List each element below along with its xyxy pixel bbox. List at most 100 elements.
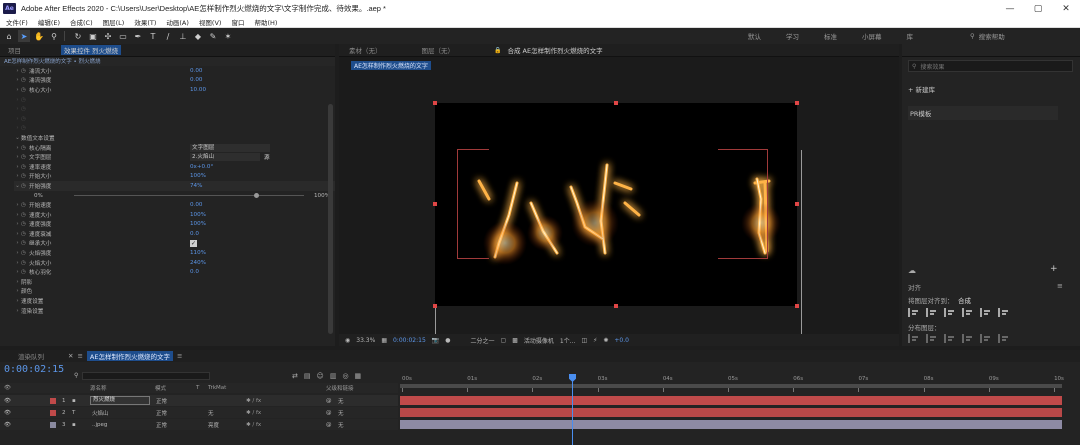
inherit-size-checkbox[interactable]: ✓ xyxy=(190,239,197,247)
current-time[interactable]: 0:00:02:15 xyxy=(393,337,426,344)
camera-dropdown[interactable]: 活动摄像机 xyxy=(524,336,554,345)
layer-trkmat-dropdown[interactable]: 无 xyxy=(208,409,214,417)
layer-duration-bar[interactable] xyxy=(400,396,1062,405)
column-mode[interactable]: 模式 xyxy=(155,384,166,392)
effect-property-row[interactable]: › ◷ xyxy=(14,124,335,134)
align-vcenter-icon[interactable] xyxy=(980,308,991,317)
resolution-dropdown[interactable]: 二分之一 xyxy=(471,336,495,345)
minimize-button[interactable]: — xyxy=(996,0,1024,17)
region-of-interest-icon[interactable]: ▢ xyxy=(501,337,507,344)
stopwatch-icon[interactable]: ◷ xyxy=(21,97,29,103)
effect-property-row[interactable]: 0% 100% xyxy=(14,191,335,201)
workspace-library[interactable]: 库 xyxy=(907,31,914,41)
stopwatch-icon[interactable]: ◷ xyxy=(21,145,29,151)
exposure-value[interactable]: +0.0 xyxy=(614,337,629,344)
tab-composition-timeline[interactable]: AE怎样制作烈火燃烧的文字 xyxy=(86,351,173,361)
layer-row[interactable]: 👁 3 ▪ ..jpeg 正常 亮度 ✱ ∕ fx @ 无 xyxy=(0,419,398,430)
effect-property-row[interactable]: › ◷ 核心隔离 文字图层 xyxy=(14,143,335,153)
effect-property-row[interactable]: › ◷ 火焰强度 110% xyxy=(14,248,335,258)
layer-parent-dropdown[interactable]: 无 xyxy=(338,409,344,417)
stopwatch-icon[interactable]: ◷ xyxy=(21,87,29,93)
expand-arrow-icon[interactable]: › xyxy=(14,97,21,103)
stopwatch-icon[interactable]: ◷ xyxy=(21,212,29,218)
safe-zones-icon[interactable]: ▦ xyxy=(381,337,387,344)
effect-property-row[interactable]: › ◷ xyxy=(14,95,335,105)
brush-tool-icon[interactable]: ∕ xyxy=(162,30,174,42)
close-button[interactable]: ✕ xyxy=(1052,0,1080,17)
expand-arrow-icon[interactable]: › xyxy=(14,269,21,275)
layer-switches[interactable]: ✱ ∕ fx xyxy=(246,422,261,428)
selection-tool-icon[interactable]: ➤ xyxy=(18,30,30,42)
expand-arrow-icon[interactable]: › xyxy=(14,260,21,266)
tab-composition[interactable]: 合成 AE怎样制作烈火燃烧的文字 xyxy=(507,45,602,55)
effect-property-row[interactable]: › ◷ 速率速度 0x+0.0° xyxy=(14,162,335,172)
layer-switches[interactable]: ✱ ∕ fx xyxy=(246,410,261,416)
views-dropdown[interactable]: 1个... xyxy=(560,336,576,345)
column-t[interactable]: T xyxy=(196,385,199,391)
effect-property-row[interactable]: › ◷ 湍流强度 0.00 xyxy=(14,76,335,86)
eye-icon[interactable]: 👁 xyxy=(4,410,11,416)
label-color-swatch[interactable] xyxy=(50,409,56,416)
roto-brush-tool-icon[interactable]: ✎ xyxy=(207,30,219,42)
stopwatch-icon[interactable]: ◷ xyxy=(21,164,29,170)
column-source-name[interactable]: 源名称 xyxy=(90,384,107,392)
menu-window[interactable]: 窗口 xyxy=(231,17,244,27)
effects-search-input[interactable]: ⚲ 搜索效果 xyxy=(908,60,1073,72)
transparency-grid-icon[interactable]: ▩ xyxy=(512,337,518,344)
property-value[interactable]: 0.00 xyxy=(190,202,202,208)
graph-editor-icon[interactable]: ▦ xyxy=(355,372,362,380)
workspace-learn[interactable]: 学习 xyxy=(786,31,799,41)
shy-layers-icon[interactable]: ☺ xyxy=(317,372,324,380)
time-ruler[interactable]: 00s 01s 02s 03s 04s 05s 06s 07s 08s 09s 10s xyxy=(400,374,1068,392)
effect-property-row[interactable]: › ◷ 开始速度 0.00 xyxy=(14,200,335,210)
expand-arrow-icon[interactable]: › xyxy=(14,240,21,246)
align-right-icon[interactable] xyxy=(944,308,955,317)
layer-row[interactable]: 👁 2 T 火焰山 正常 无 ✱ ∕ fx @ 无 xyxy=(0,407,398,418)
expand-arrow-icon[interactable]: › xyxy=(14,116,21,122)
preset-item-pr[interactable]: PR模板 xyxy=(908,106,1058,120)
playhead-line[interactable] xyxy=(572,374,573,445)
source-layer-dropdown[interactable]: 2.火焰山 xyxy=(190,153,260,162)
stopwatch-icon[interactable]: ◷ xyxy=(21,269,29,275)
transform-handle[interactable] xyxy=(795,202,799,206)
align-panel-menu-icon[interactable]: ≡ xyxy=(1057,282,1063,290)
show-channel-icon[interactable]: ● xyxy=(445,337,450,344)
property-value[interactable]: 0.0 xyxy=(190,269,199,275)
property-value[interactable]: 240% xyxy=(190,260,206,266)
transform-handle[interactable] xyxy=(614,101,618,105)
property-value[interactable]: 0.0 xyxy=(190,231,199,237)
expand-arrow-icon[interactable]: › xyxy=(14,145,21,151)
align-to-dropdown[interactable]: 合成 xyxy=(958,295,971,305)
puppet-tool-icon[interactable]: ✶ xyxy=(222,30,234,42)
property-value[interactable]: 100% xyxy=(190,212,206,218)
parent-pickwhip-icon[interactable]: @ xyxy=(326,410,332,416)
toggle-pixel-aspect-icon[interactable]: ◫ xyxy=(581,337,587,344)
property-value[interactable]: 0.00 xyxy=(190,77,202,83)
strength-slider-track[interactable] xyxy=(74,194,304,196)
source-dropdown[interactable]: 源 xyxy=(264,153,276,161)
effect-property-row[interactable]: › ◷ 继承大小 ✓ xyxy=(14,239,335,249)
effect-property-row[interactable]: › ◷ 火焰大小 240% xyxy=(14,258,335,268)
expand-arrow-icon[interactable]: › xyxy=(14,106,21,112)
effect-property-row[interactable]: › ◷ xyxy=(14,104,335,114)
expand-arrow-icon[interactable]: › xyxy=(14,279,21,285)
stopwatch-icon[interactable]: ◷ xyxy=(21,183,29,189)
layer-duration-bar[interactable] xyxy=(400,420,1062,429)
expand-arrow-icon[interactable]: › xyxy=(14,154,21,160)
transform-handle[interactable] xyxy=(433,304,437,308)
menu-effect[interactable]: 效果(T) xyxy=(134,17,156,27)
property-value[interactable]: 74% xyxy=(190,183,202,189)
timeline-search-input[interactable] xyxy=(82,372,210,380)
stopwatch-icon[interactable]: ◷ xyxy=(21,125,29,131)
stopwatch-icon[interactable]: ◷ xyxy=(21,240,29,246)
exposure-icon[interactable]: ✺ xyxy=(603,337,608,344)
effect-property-row[interactable]: ⌄ ◷ 开始强度 74% xyxy=(14,181,335,191)
property-value[interactable]: 10.00 xyxy=(190,87,206,93)
layer-name-input[interactable]: 烈火燃烧 xyxy=(90,396,150,405)
effect-property-row[interactable]: › 渲染设置 xyxy=(14,306,335,316)
distribute-vcenter-icon[interactable] xyxy=(980,334,991,343)
timeline-timecode[interactable]: 0:00:02:15 xyxy=(4,364,64,375)
pen-tool-icon[interactable]: ✒ xyxy=(132,30,144,42)
tab-layer[interactable]: 图层（无） xyxy=(422,45,455,55)
expand-arrow-icon[interactable]: › xyxy=(14,212,21,218)
